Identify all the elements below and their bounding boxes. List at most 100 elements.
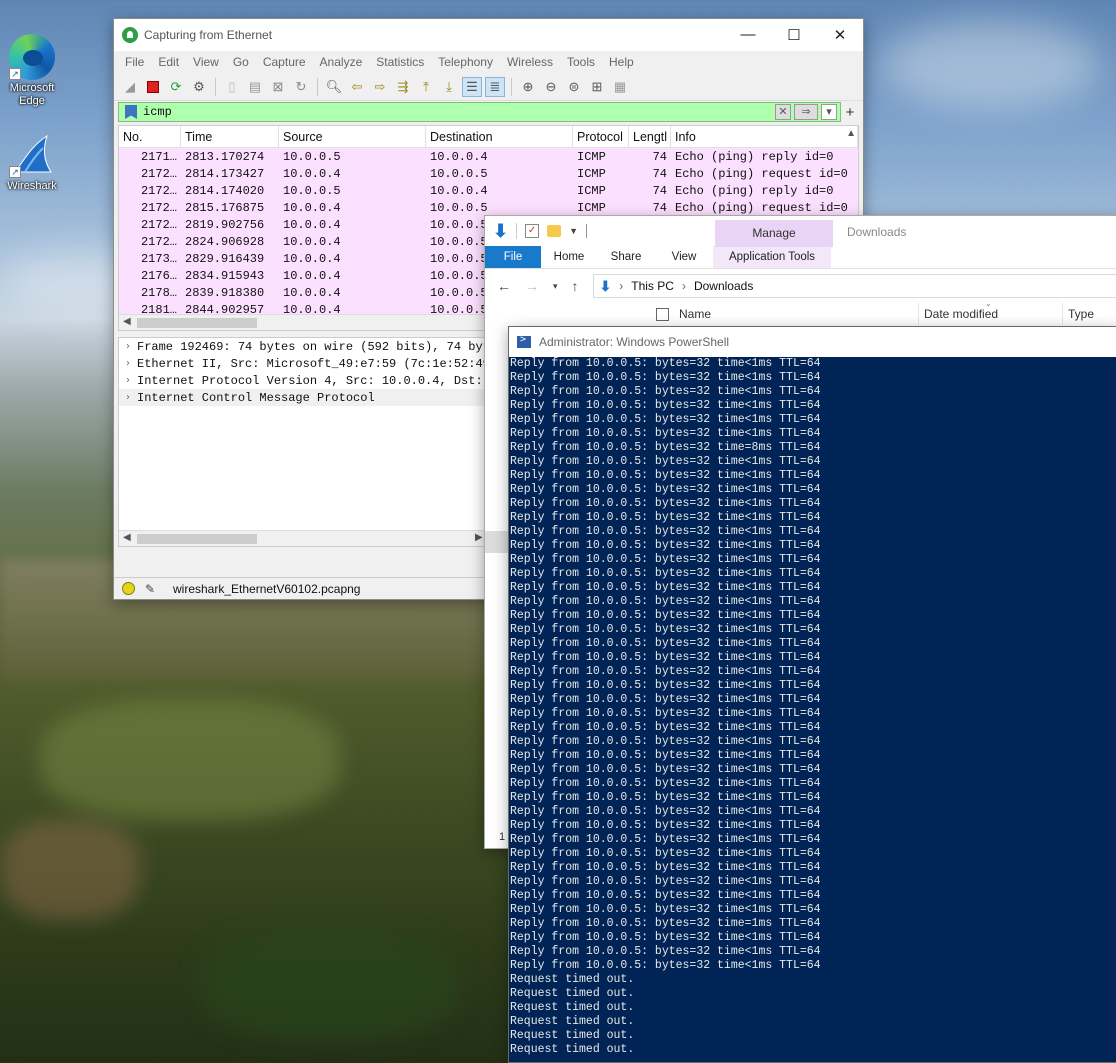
desktop-icon-edge[interactable]: ↗ Microsoft Edge bbox=[0, 34, 64, 108]
zoom-in-icon[interactable]: ⊕ bbox=[518, 77, 538, 97]
menu-tools[interactable]: Tools bbox=[560, 55, 602, 69]
column-header-length[interactable]: Lengtl bbox=[629, 126, 671, 147]
close-button[interactable]: ✕ bbox=[817, 26, 863, 44]
zoom-normal-icon[interactable]: ⊜ bbox=[564, 77, 584, 97]
filter-text: icmp bbox=[143, 105, 172, 119]
autoscroll-icon[interactable]: ☰ bbox=[462, 76, 482, 97]
table-row[interactable]: 2171… 2813.170274 10.0.0.5 10.0.0.4 ICMP 74 Ec… bbox=[119, 148, 858, 165]
cell-source: 10.0.0.4 bbox=[283, 166, 341, 181]
column-grid-icon[interactable]: ▦ bbox=[610, 77, 630, 97]
menu-file[interactable]: File bbox=[118, 55, 151, 69]
restart-capture-icon[interactable]: ⟳ bbox=[166, 77, 186, 97]
table-row[interactable]: 2172… 2814.174020 10.0.0.5 10.0.0.4 ICMP 74 Ec… bbox=[119, 182, 858, 199]
capture-options-gear-icon[interactable]: ⚙ bbox=[189, 77, 209, 97]
window-title: Downloads bbox=[847, 225, 907, 239]
wireshark-title-bar[interactable]: Capturing from Ethernet — ☐ ✕ bbox=[114, 19, 863, 51]
menu-analyze[interactable]: Analyze bbox=[313, 55, 370, 69]
maximize-button[interactable]: ☐ bbox=[771, 26, 817, 44]
menu-capture[interactable]: Capture bbox=[256, 55, 313, 69]
recent-locations-icon[interactable]: ▾ bbox=[553, 281, 558, 292]
go-last-icon[interactable]: ⤓ bbox=[439, 77, 459, 97]
customize-dropdown-icon[interactable]: ▼ bbox=[569, 226, 578, 236]
tab-share[interactable]: Share bbox=[597, 246, 655, 268]
powershell-title-bar[interactable]: Administrator: Windows PowerShell bbox=[509, 327, 1116, 357]
expand-chevron-icon[interactable]: › bbox=[119, 375, 137, 386]
go-forward-icon[interactable]: ⇨ bbox=[370, 77, 390, 97]
display-filter-input[interactable]: icmp ✕ ⇒ ▾ bbox=[118, 102, 841, 122]
reload-file-icon[interactable]: ↻ bbox=[291, 77, 311, 97]
column-header-protocol[interactable]: Protocol bbox=[573, 126, 629, 147]
close-file-icon[interactable]: ⊠ bbox=[268, 77, 288, 97]
menu-go[interactable]: Go bbox=[226, 55, 256, 69]
expert-info-led-icon[interactable] bbox=[122, 582, 135, 595]
stop-capture-icon[interactable] bbox=[143, 77, 163, 97]
breadcrumb-this-pc[interactable]: This PC bbox=[631, 279, 674, 293]
select-all-checkbox[interactable] bbox=[656, 308, 669, 321]
powershell-window: Administrator: Windows PowerShell Reply … bbox=[508, 326, 1116, 1063]
column-header-info[interactable]: Info bbox=[671, 126, 858, 147]
add-filter-button[interactable]: + bbox=[841, 104, 859, 121]
open-file-icon[interactable]: ▯ bbox=[222, 77, 242, 97]
filter-dropdown-icon[interactable]: ▾ bbox=[821, 104, 837, 120]
column-header-destination[interactable]: Destination bbox=[426, 126, 573, 147]
up-arrow-icon[interactable]: ↑ bbox=[572, 278, 579, 294]
breadcrumb-downloads[interactable]: Downloads bbox=[694, 279, 753, 293]
column-header-type[interactable]: Type bbox=[1068, 307, 1094, 321]
tab-view[interactable]: View bbox=[655, 246, 713, 268]
apply-filter-icon[interactable]: ⇒ bbox=[794, 104, 818, 120]
menu-wireless[interactable]: Wireless bbox=[500, 55, 560, 69]
tab-home[interactable]: Home bbox=[541, 246, 597, 268]
nav-pane-selected-item[interactable] bbox=[485, 531, 509, 553]
scroll-up-icon[interactable]: ▲ bbox=[846, 128, 856, 139]
console-output[interactable]: Reply from 10.0.0.5: bytes=32 time<1ms T… bbox=[509, 357, 1116, 1057]
column-header-date-modified[interactable]: Date modified bbox=[924, 307, 998, 321]
scroll-thumb[interactable] bbox=[137, 534, 257, 544]
table-row[interactable]: 2172… 2815.176875 10.0.0.4 10.0.0.5 ICMP 74 Ec… bbox=[119, 199, 858, 216]
resize-columns-icon[interactable]: ⊞ bbox=[587, 77, 607, 97]
menu-statistics[interactable]: Statistics bbox=[369, 55, 431, 69]
back-arrow-icon[interactable]: ← bbox=[497, 278, 511, 294]
clear-filter-icon[interactable]: ✕ bbox=[775, 104, 791, 120]
menu-telephony[interactable]: Telephony bbox=[431, 55, 500, 69]
save-file-icon[interactable]: ▤ bbox=[245, 77, 265, 97]
breadcrumb-chevron-icon[interactable]: › bbox=[682, 279, 686, 293]
scroll-left-icon[interactable]: ◀ bbox=[123, 532, 131, 543]
expand-chevron-icon[interactable]: › bbox=[119, 341, 137, 352]
cell-time: 2834.915943 bbox=[185, 268, 265, 283]
bookmark-icon[interactable] bbox=[125, 105, 137, 119]
column-header-no[interactable]: No. bbox=[119, 126, 181, 147]
column-header-name[interactable]: Name bbox=[679, 307, 711, 321]
capture-comment-pencil-icon[interactable]: ✎ bbox=[145, 582, 159, 596]
scroll-thumb[interactable] bbox=[137, 318, 257, 328]
cell-destination: 10.0.0.4 bbox=[430, 183, 488, 198]
menu-help[interactable]: Help bbox=[602, 55, 641, 69]
expand-chevron-icon[interactable]: › bbox=[119, 392, 137, 403]
column-divider[interactable] bbox=[918, 303, 919, 325]
menu-edit[interactable]: Edit bbox=[151, 55, 186, 69]
address-bar[interactable]: ⬇ › This PC › Downloads bbox=[592, 274, 1116, 298]
minimize-button[interactable]: — bbox=[725, 26, 771, 44]
go-back-icon[interactable]: ⇦ bbox=[347, 77, 367, 97]
start-capture-fin-icon[interactable]: ◢ bbox=[120, 77, 140, 97]
tab-application-tools[interactable]: Application Tools bbox=[713, 246, 831, 268]
tab-file[interactable]: File bbox=[485, 246, 541, 268]
properties-icon[interactable]: ✓ bbox=[525, 224, 540, 238]
column-header-source[interactable]: Source bbox=[279, 126, 426, 147]
console-line: Reply from 10.0.0.5: bytes=32 time<1ms T… bbox=[510, 931, 821, 944]
expand-chevron-icon[interactable]: › bbox=[119, 358, 137, 369]
column-header-time[interactable]: Time bbox=[181, 126, 279, 147]
breadcrumb-chevron-icon[interactable]: › bbox=[619, 279, 623, 293]
zoom-out-icon[interactable]: ⊖ bbox=[541, 77, 561, 97]
go-to-packet-icon[interactable]: ⇶ bbox=[393, 77, 413, 97]
new-folder-icon[interactable] bbox=[547, 225, 562, 237]
find-packet-icon[interactable]: 🔍︎ bbox=[324, 77, 344, 97]
colorize-icon[interactable]: ≣ bbox=[485, 76, 505, 97]
scroll-left-icon[interactable]: ◀ bbox=[123, 316, 131, 327]
column-divider[interactable] bbox=[1062, 303, 1063, 325]
go-first-icon[interactable]: ⤒ bbox=[416, 77, 436, 97]
scroll-right-icon[interactable]: ▶ bbox=[475, 532, 483, 543]
menu-view[interactable]: View bbox=[186, 55, 226, 69]
forward-arrow-icon[interactable]: → bbox=[525, 278, 539, 294]
desktop-icon-wireshark[interactable]: ↗ Wireshark bbox=[0, 132, 64, 193]
table-row[interactable]: 2172… 2814.173427 10.0.0.4 10.0.0.5 ICMP 74 Ec… bbox=[119, 165, 858, 182]
